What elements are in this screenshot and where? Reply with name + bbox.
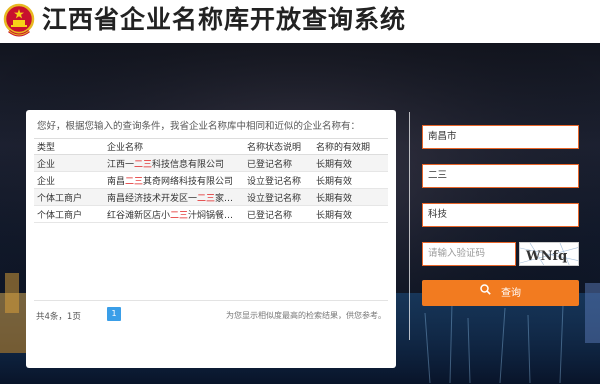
- search-icon: [480, 280, 491, 306]
- page-title: 江西省企业名称库开放查询系统: [42, 5, 407, 34]
- table-row[interactable]: 个体工商户 南昌经济技术开发区一二三家… 设立登记名称 长期有效: [34, 188, 388, 206]
- table-header-row: 类型 企业名称 名称状态说明 名称的有效期: [34, 138, 388, 155]
- captcha-text: WNfq: [525, 249, 567, 264]
- national-emblem-icon: [3, 3, 35, 37]
- captcha-input[interactable]: 请输入验证码: [422, 242, 516, 266]
- pagination-info: 共4条，1页: [36, 312, 81, 322]
- table-row[interactable]: 企业 南昌二三其奇网络科技有限公司 设立登记名称 长期有效: [34, 171, 388, 189]
- cell-validity: 长期有效: [313, 171, 388, 189]
- captcha-image[interactable]: WNfq: [519, 242, 579, 266]
- cell-type: 企业: [34, 154, 104, 172]
- column-header-type: 类型: [34, 138, 104, 155]
- cell-status: 设立登记名称: [244, 171, 313, 189]
- cell-status: 已登记名称: [244, 205, 313, 223]
- results-note: 为您显示相似度最高的检索结果，供您参考。: [226, 311, 386, 320]
- region-field[interactable]: 南昌市: [422, 125, 579, 149]
- industry-field[interactable]: 科技: [422, 203, 579, 227]
- cell-name: 红谷滩新区店小二三汁焖锅餐…: [104, 205, 244, 223]
- name-highlight: 二三: [125, 176, 144, 187]
- name-highlight: 二三: [170, 210, 189, 221]
- name-highlight: 二三: [197, 193, 216, 204]
- results-table: 类型 企业名称 名称状态说明 名称的有效期 企业 江西一二三科技信息有限公司 已…: [34, 138, 388, 223]
- cell-status: 已登记名称: [244, 154, 313, 172]
- pagination-bar: 共4条，1页 1 为您显示相似度最高的检索结果，供您参考。: [34, 300, 388, 322]
- cell-validity: 长期有效: [313, 205, 388, 223]
- column-header-name: 企业名称: [104, 138, 244, 155]
- name-highlight: 二三: [134, 159, 153, 170]
- column-header-status: 名称状态说明: [244, 138, 313, 155]
- table-row[interactable]: 企业 江西一二三科技信息有限公司 已登记名称 长期有效: [34, 154, 388, 172]
- table-row[interactable]: 个体工商户 红谷滩新区店小二三汁焖锅餐… 已登记名称 长期有效: [34, 205, 388, 223]
- column-header-validity: 名称的有效期: [313, 138, 388, 155]
- cell-type: 个体工商户: [34, 188, 104, 206]
- cell-validity: 长期有效: [313, 154, 388, 172]
- cell-name: 南昌经济技术开发区一二三家…: [104, 188, 244, 206]
- search-button-label: 查询: [501, 288, 521, 299]
- page-button-1[interactable]: 1: [107, 307, 121, 321]
- keyword-field[interactable]: 二三: [422, 164, 579, 188]
- city-night-background: 您好，根据您输入的查询条件，我省企业名称库中相同和近似的企业名称有： 类型 企业…: [0, 43, 600, 384]
- cell-status: 设立登记名称: [244, 188, 313, 206]
- cell-validity: 长期有效: [313, 188, 388, 206]
- cell-name: 南昌二三其奇网络科技有限公司: [104, 171, 244, 189]
- search-button[interactable]: 查询: [422, 280, 579, 306]
- site-header: 江西省企业名称库开放查询系统: [0, 0, 600, 43]
- cell-type: 个体工商户: [34, 205, 104, 223]
- panel-divider: [409, 112, 410, 340]
- results-intro: 您好，根据您输入的查询条件，我省企业名称库中相同和近似的企业名称有：: [37, 121, 361, 132]
- cell-name: 江西一二三科技信息有限公司: [104, 154, 244, 172]
- results-panel: 您好，根据您输入的查询条件，我省企业名称库中相同和近似的企业名称有： 类型 企业…: [26, 110, 396, 368]
- cell-type: 企业: [34, 171, 104, 189]
